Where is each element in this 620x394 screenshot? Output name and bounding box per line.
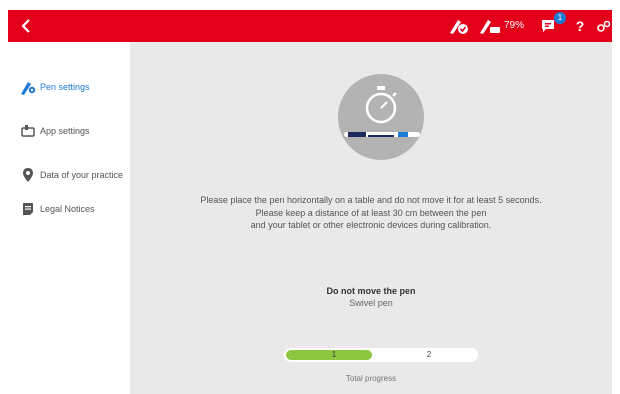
main-panel: Please place the pen horizontally on a t… bbox=[130, 42, 612, 394]
location-pin-icon bbox=[20, 167, 36, 183]
help-icon: ? bbox=[575, 18, 585, 34]
pen-battery-button[interactable] bbox=[478, 16, 502, 36]
status-title: Do not move the pen bbox=[326, 286, 416, 296]
pen-connected-button[interactable] bbox=[448, 16, 470, 36]
app-window: 79% 1 ? Pen settings App settings Data o… bbox=[0, 0, 620, 394]
progress-step: 1 bbox=[331, 350, 337, 359]
pen-settings-icon bbox=[20, 79, 36, 95]
back-icon bbox=[21, 19, 30, 33]
instruction-line: and your tablet or other electronic devi… bbox=[250, 220, 492, 230]
help-button[interactable]: ? bbox=[572, 16, 588, 36]
battery-level: 79% bbox=[504, 20, 525, 31]
progress-bar: 1 2 bbox=[284, 348, 478, 362]
sidebar-item-legal-notices[interactable]: Legal Notices bbox=[8, 200, 130, 218]
status-subtitle: Swivel pen bbox=[349, 298, 393, 308]
sidebar-item-practice-data[interactable]: Data of your practice bbox=[8, 160, 130, 190]
settings-icon bbox=[597, 20, 611, 32]
stopwatch-pen-icon bbox=[338, 74, 424, 160]
instruction-line: Please keep a distance of at least 30 cm… bbox=[255, 208, 487, 218]
progress-label: Total progress bbox=[345, 374, 397, 383]
sidebar-item-label: App settings bbox=[40, 125, 90, 136]
pen-connected-icon bbox=[450, 20, 468, 34]
settings-button[interactable] bbox=[596, 16, 612, 36]
sidebar-item-label: Legal Notices bbox=[40, 203, 95, 214]
sidebar-item-pen-settings[interactable]: Pen settings bbox=[8, 72, 130, 102]
notification-badge: 1 bbox=[554, 12, 566, 24]
top-bar: 79% 1 ? bbox=[8, 10, 612, 42]
sidebar-item-label: Pen settings bbox=[40, 81, 90, 92]
app-settings-icon bbox=[20, 123, 36, 139]
sidebar: Pen settings App settings Data of your p… bbox=[8, 42, 138, 394]
instruction-line: Please place the pen horizontally on a t… bbox=[200, 195, 542, 205]
progress-step: 2 bbox=[426, 350, 432, 359]
sidebar-item-label: Data of your practice bbox=[40, 169, 124, 180]
pen-battery-icon bbox=[480, 20, 500, 34]
document-icon bbox=[20, 201, 36, 217]
back-button[interactable] bbox=[16, 16, 36, 36]
sidebar-item-app-settings[interactable]: App settings bbox=[8, 116, 130, 146]
